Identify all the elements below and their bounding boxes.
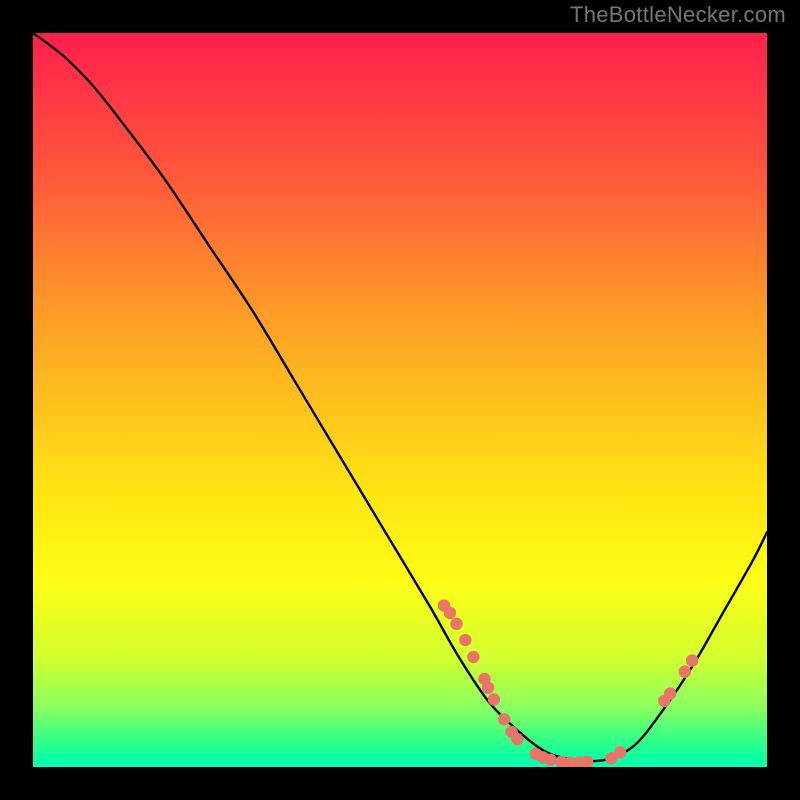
curve-marker [482,682,494,694]
curve-marker [511,733,523,745]
plot-area [33,33,767,767]
curve-marker [498,713,510,725]
curve-marker [614,746,626,758]
attribution-text: TheBottleNecker.com [570,2,786,28]
chart-frame: TheBottleNecker.com [0,0,800,800]
curve-marker [444,607,456,619]
curve-marker [664,687,676,699]
curve-marker [488,693,500,705]
curve-marker [686,654,698,666]
curve-marker [450,618,462,630]
curve-marker [679,665,691,677]
chart-svg [33,33,767,767]
gradient-background [33,33,767,767]
curve-marker [544,753,556,765]
curve-marker [467,651,479,663]
curve-marker [459,634,471,646]
